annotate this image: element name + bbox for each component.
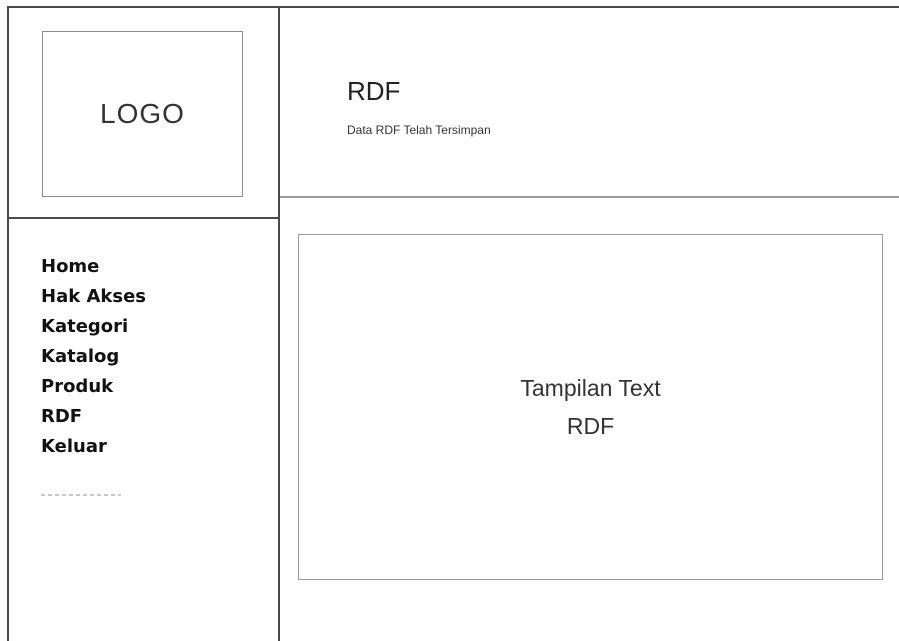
sidebar-item-produk[interactable]: Produk: [41, 372, 146, 402]
content-line-1: Tampilan Text: [520, 375, 661, 401]
page-header: RDF Data RDF Telah Tersimpan: [280, 8, 899, 198]
sidebar-item-home[interactable]: Home: [41, 252, 146, 282]
logo-area: LOGO: [9, 8, 278, 219]
rdf-text-display: Tampilan Text RDF: [298, 234, 883, 580]
logo-placeholder: LOGO: [42, 31, 243, 197]
sidebar-item-kategori[interactable]: Kategori: [41, 312, 146, 342]
content-line-2: RDF: [566, 413, 615, 439]
sidebar-item-keluar[interactable]: Keluar: [41, 432, 146, 462]
faded-menu-remnant: [41, 494, 121, 496]
page-title: RDF: [347, 76, 401, 106]
sidebar-item-katalog[interactable]: Katalog: [41, 342, 146, 372]
sidebar: LOGO Home Hak Akses Kategori Katalog Pro…: [9, 8, 280, 641]
sidebar-item-rdf[interactable]: RDF: [41, 402, 146, 432]
status-message: Data RDF Telah Tersimpan: [347, 123, 491, 137]
sidebar-item-hak-akses[interactable]: Hak Akses: [41, 282, 146, 312]
sidebar-menu: Home Hak Akses Kategori Katalog Produk R…: [41, 252, 146, 462]
